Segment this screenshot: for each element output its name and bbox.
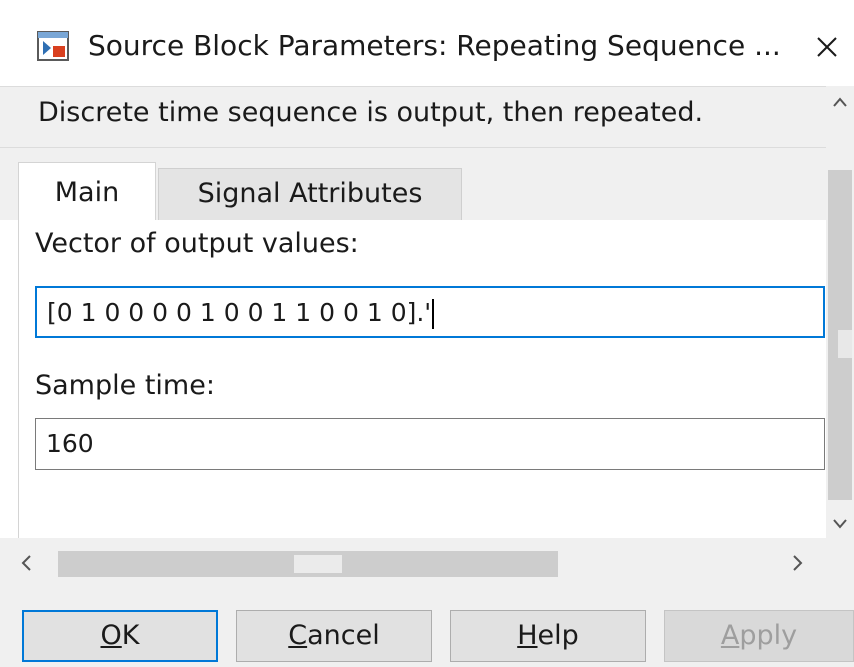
scroll-left-button[interactable] [6, 538, 46, 588]
simulink-block-icon [37, 31, 69, 61]
tab-main[interactable]: Main [18, 162, 156, 221]
help-mnemonic: H [517, 620, 538, 651]
window-title: Source Block Parameters: Repeating Seque… [88, 29, 781, 62]
title-bar[interactable]: Source Block Parameters: Repeating Seque… [0, 0, 854, 90]
help-button[interactable]: Help [450, 610, 646, 662]
horizontal-scrollbar[interactable] [0, 538, 854, 588]
horizontal-scroll-track[interactable] [58, 551, 558, 577]
close-button[interactable] [800, 20, 854, 74]
sample-time-label: Sample time: [35, 370, 215, 401]
help-label-rest: elp [537, 620, 579, 651]
close-icon [817, 37, 837, 57]
vertical-scrollbar[interactable] [826, 86, 854, 540]
cancel-button[interactable]: Cancel [236, 610, 432, 662]
chevron-up-icon [833, 97, 847, 107]
tab-signal-attributes[interactable]: Signal Attributes [158, 168, 462, 221]
apply-label-rest: pply [739, 620, 798, 651]
vector-output-label: Vector of output values: [35, 228, 359, 259]
horizontal-scroll-thumb[interactable] [294, 555, 342, 573]
ok-button[interactable]: OK [22, 610, 218, 662]
ok-mnemonic: O [100, 620, 122, 651]
cancel-mnemonic: C [288, 620, 308, 651]
scroll-down-button[interactable] [826, 510, 854, 538]
vertical-scroll-thumb[interactable] [828, 170, 852, 500]
ok-label-rest: K [121, 620, 140, 651]
sample-time-value: 160 [46, 429, 94, 458]
block-description: Discrete time sequence is output, then r… [0, 86, 826, 148]
button-bar: OK Cancel Help Apply [0, 588, 854, 667]
description-text: Discrete time sequence is output, then r… [38, 97, 704, 128]
sample-time-input[interactable]: 160 [35, 418, 825, 470]
apply-button[interactable]: Apply [664, 610, 854, 662]
scroll-right-button[interactable] [778, 538, 818, 588]
scroll-up-button[interactable] [826, 88, 854, 116]
block-parameters-dialog: Source Block Parameters: Repeating Seque… [0, 0, 854, 667]
vector-output-value: [0 1 0 0 0 0 1 0 0 1 1 0 0 1 0].' [47, 298, 432, 327]
chevron-right-icon [793, 555, 803, 571]
tab-strip: Main Signal Attributes [0, 148, 826, 221]
chevron-down-icon [833, 519, 847, 529]
main-tab-panel: Vector of output values: [0 1 0 0 0 0 1 … [18, 220, 827, 540]
scroll-thumb-grip [838, 330, 852, 358]
cancel-label-rest: ancel [307, 620, 380, 651]
chevron-left-icon [21, 555, 31, 571]
vector-output-input[interactable]: [0 1 0 0 0 0 1 0 0 1 1 0 0 1 0].' [35, 286, 825, 338]
dialog-content: Discrete time sequence is output, then r… [0, 86, 827, 540]
text-caret [432, 299, 435, 329]
apply-mnemonic: A [720, 620, 740, 651]
